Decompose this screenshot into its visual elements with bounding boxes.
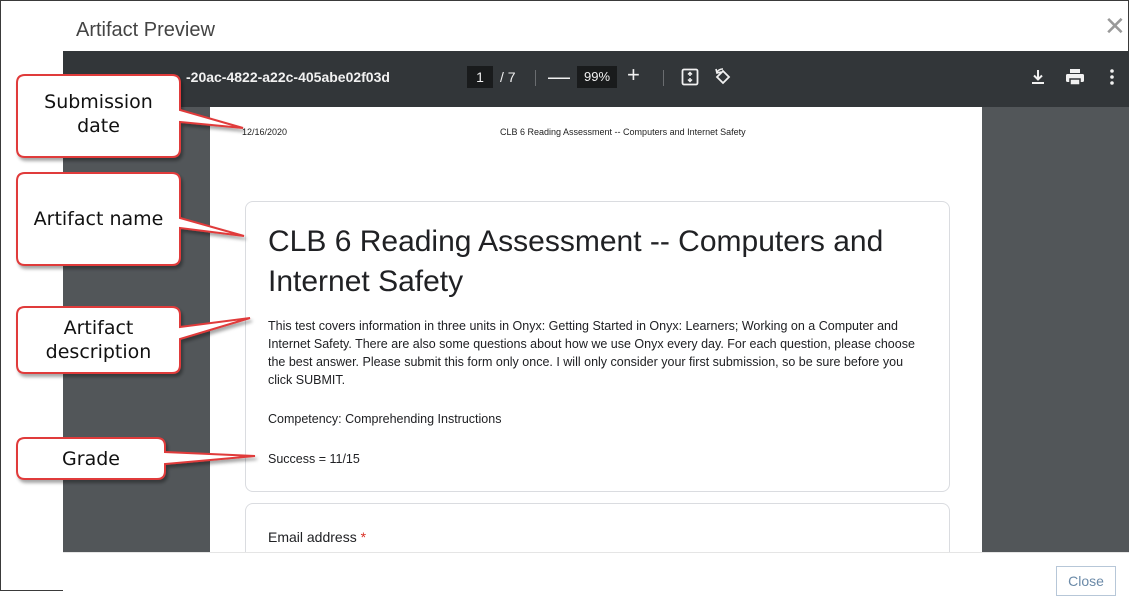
callout-artifact-description-label: Artifact description: [17, 316, 180, 364]
callout-grade-label: Grade: [62, 448, 120, 470]
callout-shapes: [16, 74, 256, 480]
callout-submission-date-label: Submission date: [17, 90, 180, 138]
callout-line: date: [77, 115, 120, 137]
callout-line: Submission: [44, 91, 153, 113]
callout-artifact-name-label: Artifact name: [33, 208, 164, 230]
callout-line: Artifact: [63, 317, 134, 339]
callout-line: description: [45, 341, 152, 363]
